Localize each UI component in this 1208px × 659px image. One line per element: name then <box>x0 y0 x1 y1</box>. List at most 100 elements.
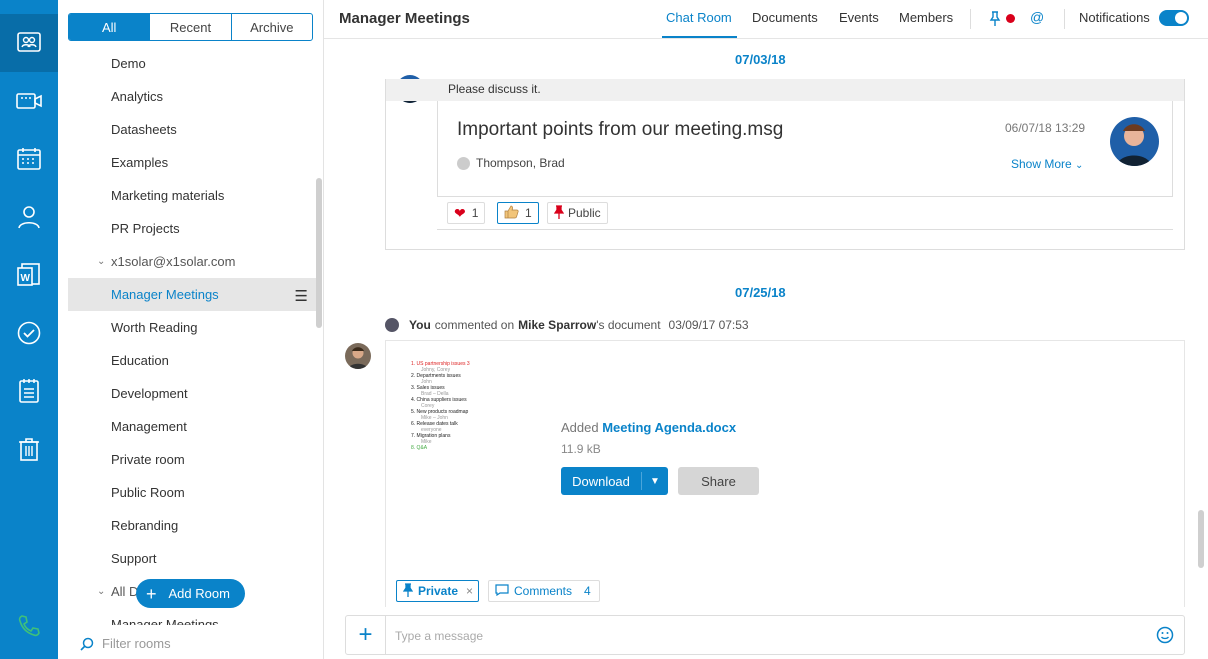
add-room-label: Add Room <box>168 586 230 601</box>
filter-recent[interactable]: Recent <box>150 14 232 40</box>
comments-button[interactable]: Comments 4 <box>488 580 600 602</box>
room-item[interactable]: Public Room <box>58 476 316 509</box>
room-header: Manager Meetings Chat Room Documents Eve… <box>324 0 1208 39</box>
thumbs-up-icon <box>504 204 519 222</box>
pin-icon[interactable] <box>989 11 1001 31</box>
added-label: Added <box>561 420 599 435</box>
chevron-down-icon: ⌄ <box>97 256 106 267</box>
chat-scrollbar[interactable] <box>1198 510 1204 568</box>
room-item[interactable]: Support <box>58 542 316 575</box>
emoji-icon[interactable] <box>1156 626 1174 649</box>
room-item[interactable]: Manager Meetings <box>58 608 316 625</box>
visibility-badge[interactable]: Public <box>547 202 608 224</box>
filter-all[interactable]: All <box>69 14 151 40</box>
room-item[interactable]: Marketing materials <box>58 179 316 212</box>
active-tab-indicator <box>662 36 737 38</box>
room-item[interactable]: Analytics <box>58 80 316 113</box>
close-icon[interactable]: × <box>466 584 473 598</box>
document-size: 11.9 kB <box>561 442 601 456</box>
activity-line: You commented on Mike Sparrow 's documen… <box>385 318 749 332</box>
room-item[interactable]: Private room <box>58 443 316 476</box>
room-item[interactable]: Rebranding <box>58 509 316 542</box>
share-button[interactable]: Share <box>678 467 759 495</box>
room-list: Demo Analytics Datasheets Examples Marke… <box>58 47 316 625</box>
svg-text:W: W <box>21 273 31 284</box>
attachment-date: 06/07/18 13:29 <box>1005 121 1086 135</box>
download-label: Download <box>572 473 630 489</box>
chevron-down-icon: ⌄ <box>1075 160 1084 171</box>
plus-icon: + <box>146 583 157 604</box>
rooms-icon[interactable] <box>0 14 58 72</box>
document-added: Added Meeting Agenda.docx <box>561 420 736 435</box>
activity-target[interactable]: Mike Sparrow <box>518 318 596 332</box>
room-item[interactable]: Demo <box>58 47 316 80</box>
filter-rooms-input[interactable]: Filter rooms <box>80 636 171 651</box>
tab-members[interactable]: Members <box>899 10 953 25</box>
room-item[interactable]: Datasheets <box>58 113 316 146</box>
notes-icon[interactable] <box>0 362 58 420</box>
message-input[interactable]: Type a message <box>395 629 483 643</box>
room-item[interactable]: Education <box>58 344 316 377</box>
author-name: Thompson, Brad <box>476 156 565 170</box>
download-button[interactable]: Download ▼ <box>561 467 668 495</box>
document-thumbnail[interactable]: 1. US partnership issues 3 Johny, Corey 2.… <box>411 361 521 511</box>
comments-label: Comments <box>514 584 573 598</box>
thumbnail-line: 8. Q&A <box>411 445 428 451</box>
attachment-author: Thompson, Brad <box>457 156 565 170</box>
app-nav-rail: W <box>0 0 58 659</box>
notifications-toggle[interactable] <box>1159 10 1189 26</box>
word-icon[interactable]: W <box>0 246 58 304</box>
activity-suffix: 's document <box>596 318 661 332</box>
contacts-icon[interactable] <box>0 188 58 246</box>
avatar <box>385 318 399 332</box>
activity-actor[interactable]: You <box>409 318 431 332</box>
document-link[interactable]: Meeting Agenda.docx <box>602 420 736 435</box>
pin-icon <box>402 582 414 600</box>
room-item-selected[interactable]: Manager Meetings ☰ <box>68 278 316 311</box>
private-badge[interactable]: Private × <box>396 580 479 602</box>
filter-placeholder: Filter rooms <box>102 636 171 651</box>
thumbs-up-reaction[interactable]: 1 <box>497 202 539 224</box>
chevron-down-icon[interactable]: ▼ <box>642 476 668 487</box>
room-item[interactable]: PR Projects <box>58 212 316 245</box>
room-group-header[interactable]: ⌄ x1solar@x1solar.com <box>58 245 316 278</box>
room-item[interactable]: Development <box>58 377 316 410</box>
mentions-button[interactable]: @ <box>1030 9 1044 25</box>
rooms-scrollbar[interactable] <box>316 178 322 328</box>
activity-verb: commented on <box>434 318 515 332</box>
tab-chat-room[interactable]: Chat Room <box>666 10 732 25</box>
phone-icon[interactable] <box>0 597 58 655</box>
tab-documents[interactable]: Documents <box>752 10 818 25</box>
attachment-title[interactable]: Important points from our meeting.msg <box>457 119 783 141</box>
message-composer: + Type a message <box>345 615 1185 655</box>
room-group-label: x1solar@x1solar.com <box>111 254 236 269</box>
tasks-icon[interactable] <box>0 304 58 362</box>
comments-count: 4 <box>584 584 591 598</box>
room-item[interactable]: Worth Reading <box>58 311 316 344</box>
hamburger-menu-icon[interactable]: ☰ <box>295 287 308 305</box>
show-more-link[interactable]: Show More ⌄ <box>1011 157 1083 171</box>
add-room-button[interactable]: + Add Room <box>136 579 245 608</box>
room-item-label: Manager Meetings <box>111 287 219 302</box>
attachment-card[interactable]: Important points from our meeting.msg 06… <box>437 101 1173 197</box>
room-item[interactable]: Management <box>58 410 316 443</box>
activity-time: 03/09/17 07:53 <box>668 318 749 332</box>
room-item[interactable]: Examples <box>58 146 316 179</box>
reactions-bar: ❤ 1 1 Public <box>437 197 1173 230</box>
message-text: Please discuss it. <box>386 79 1184 101</box>
trash-icon[interactable] <box>0 420 58 478</box>
tab-events[interactable]: Events <box>839 10 879 25</box>
thumbs-up-count: 1 <box>525 206 532 220</box>
avatar[interactable] <box>345 343 371 369</box>
video-icon[interactable] <box>0 72 58 130</box>
calendar-icon[interactable] <box>0 130 58 188</box>
heart-reaction[interactable]: ❤ 1 <box>447 202 486 224</box>
attach-button[interactable]: + <box>346 616 386 654</box>
date-separator: 07/03/18 <box>735 52 786 67</box>
divider <box>1064 9 1065 29</box>
show-more-label: Show More <box>1011 157 1072 171</box>
filter-archive[interactable]: Archive <box>232 14 312 40</box>
unread-dot <box>1006 14 1015 23</box>
comment-icon <box>495 583 509 599</box>
author-avatar <box>1110 117 1159 166</box>
